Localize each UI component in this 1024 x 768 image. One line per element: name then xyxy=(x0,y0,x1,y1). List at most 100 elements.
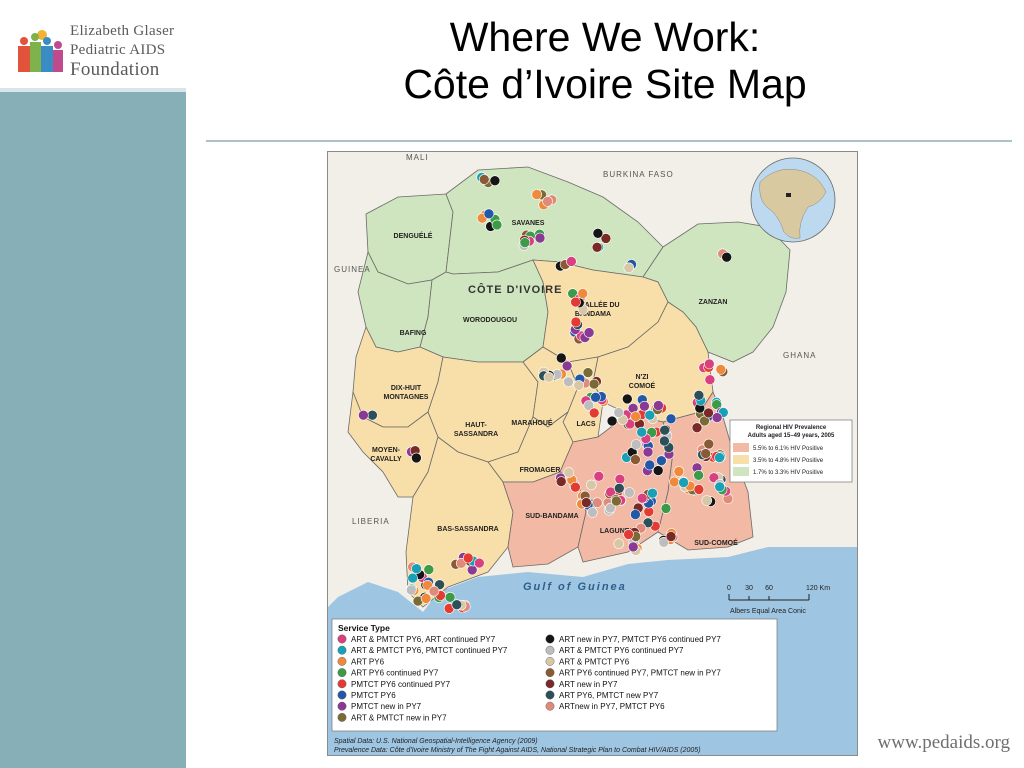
label-sud-bandama: SUD-BANDAMA xyxy=(525,513,578,520)
site-marker xyxy=(591,497,603,509)
site-marker xyxy=(624,487,635,498)
prevalence-swatch-high xyxy=(733,443,749,452)
site-marker xyxy=(570,481,581,493)
site-marker xyxy=(623,262,635,274)
service-legend-label: PMTCT PY6 xyxy=(351,691,396,700)
site-marker xyxy=(563,467,575,478)
label-lacs: LACS xyxy=(576,421,595,428)
logo-line-3: Foundation xyxy=(70,59,160,80)
service-legend-swatch xyxy=(545,656,555,666)
service-legend-label: ART PY6 continued PY7, PMTCT new in PY7 xyxy=(559,669,721,678)
service-legend: Service Type ART & PMTCT PY6, ART contin… xyxy=(331,618,778,732)
site-marker xyxy=(693,469,704,481)
site-marker xyxy=(543,372,555,383)
service-legend-swatch xyxy=(337,713,347,722)
site-marker xyxy=(665,531,677,542)
site-marker xyxy=(367,409,378,421)
site-marker xyxy=(714,452,725,463)
service-legend-label: ART PY6 continued PY7 xyxy=(351,669,439,678)
site-marker xyxy=(611,495,622,507)
label-moyen-1: MOYEN- xyxy=(372,447,401,454)
site-marker xyxy=(693,390,705,401)
site-marker xyxy=(588,407,600,419)
scale-tick-30: 30 xyxy=(745,585,753,592)
prevalence-legend: Regional HIV Prevalence Adults aged 15–4… xyxy=(729,419,853,483)
service-legend-swatch xyxy=(545,690,555,700)
service-legend-label: ART & PMTCT new in PY7 xyxy=(351,713,447,722)
label-moyen-2: CAVALLY xyxy=(370,456,402,463)
service-legend-swatch xyxy=(337,656,347,666)
site-marker xyxy=(613,407,625,418)
site-marker xyxy=(665,413,677,425)
site-marker xyxy=(406,584,417,596)
site-marker xyxy=(606,415,618,427)
service-legend-label: ART new in PY7, PMTCT PY6 continued PY7 xyxy=(559,635,721,644)
site-marker xyxy=(703,358,715,370)
site-marker xyxy=(483,208,495,220)
site-marker xyxy=(639,400,650,412)
site-marker xyxy=(555,476,567,487)
site-marker xyxy=(621,393,633,405)
logo-line-2: Pediatric AIDS xyxy=(70,42,166,58)
site-marker xyxy=(573,380,584,391)
site-marker xyxy=(592,228,604,239)
site-marker xyxy=(474,557,485,569)
site-marker xyxy=(630,454,641,465)
site-marker xyxy=(715,364,727,375)
site-marker xyxy=(542,196,553,207)
label-bafing: BAFING xyxy=(400,330,427,337)
site-marker xyxy=(583,327,595,338)
site-marker xyxy=(556,352,567,364)
site-marker xyxy=(714,481,726,493)
site-marker xyxy=(642,446,654,458)
site-marker xyxy=(489,175,501,187)
site-marker xyxy=(588,378,600,390)
site-marker xyxy=(673,466,685,477)
source-prevalence: Prevalence Data: Côte d'Ivoire Ministry … xyxy=(334,747,701,754)
site-marker xyxy=(703,407,714,419)
site-marker xyxy=(644,409,656,421)
left-sidebar-band xyxy=(0,92,186,768)
label-denguele: DENGUÉLÉ xyxy=(394,231,433,240)
service-legend-swatch xyxy=(337,634,347,644)
service-legend-label: ARTnew in PY7, PMTCT PY6 xyxy=(559,702,665,711)
prevalence-label-mid: 3.5% to 4.8% HIV Positive xyxy=(753,458,824,464)
service-legend-label: ART PY6 xyxy=(351,657,385,666)
site-marker xyxy=(582,367,594,378)
logo-text: Elizabeth Glaser Pediatric AIDS Foundati… xyxy=(70,22,174,79)
site-marker xyxy=(563,376,574,388)
label-sud-comoe: SUD-COMOÉ xyxy=(694,538,738,547)
label-haut-2: SASSANDRA xyxy=(454,431,498,438)
service-legend-label: ART & PMTCT PY6 continued PY7 xyxy=(559,646,684,655)
scale-tick-120: 120 Km xyxy=(806,585,830,592)
site-marker xyxy=(659,435,670,447)
site-marker xyxy=(660,503,672,514)
site-marker xyxy=(570,296,581,308)
service-legend-label: ART & PMTCT PY6, ART continued PY7 xyxy=(351,635,496,644)
logo-line-1: Elizabeth Glaser xyxy=(70,23,175,39)
label-dix-huit-1: DIX-HUIT xyxy=(391,385,422,392)
site-marker xyxy=(590,392,601,403)
service-legend-swatch xyxy=(545,701,555,711)
site-marker xyxy=(636,426,648,438)
service-legend-label: ART & PMTCT PY6, PMTCT continued PY7 xyxy=(351,646,508,655)
footer-url: www.pedaids.org xyxy=(877,732,1010,753)
map-canvas: MALI BURKINA FASO GUINEA GHANA LIBERIA C… xyxy=(328,153,857,755)
site-marker xyxy=(428,585,440,597)
logo-figures-icon xyxy=(18,30,63,72)
globe-inset xyxy=(750,157,836,243)
site-marker xyxy=(411,563,422,575)
site-marker xyxy=(585,479,597,491)
site-marker xyxy=(519,237,531,248)
site-marker xyxy=(593,470,605,482)
service-legend-swatch xyxy=(337,645,347,655)
label-haut-1: HAUT- xyxy=(465,422,487,429)
label-zanzan: ZANZAN xyxy=(699,299,728,306)
site-marker xyxy=(420,593,432,604)
label-marahoue: MARAHOUÉ xyxy=(511,418,553,427)
service-legend-label: ART PY6, PMTCT new PY7 xyxy=(559,691,659,700)
label-ghana: GHANA xyxy=(783,351,816,360)
label-liberia: LIBERIA xyxy=(352,517,390,526)
site-marker xyxy=(577,288,588,299)
site-marker xyxy=(444,591,456,603)
